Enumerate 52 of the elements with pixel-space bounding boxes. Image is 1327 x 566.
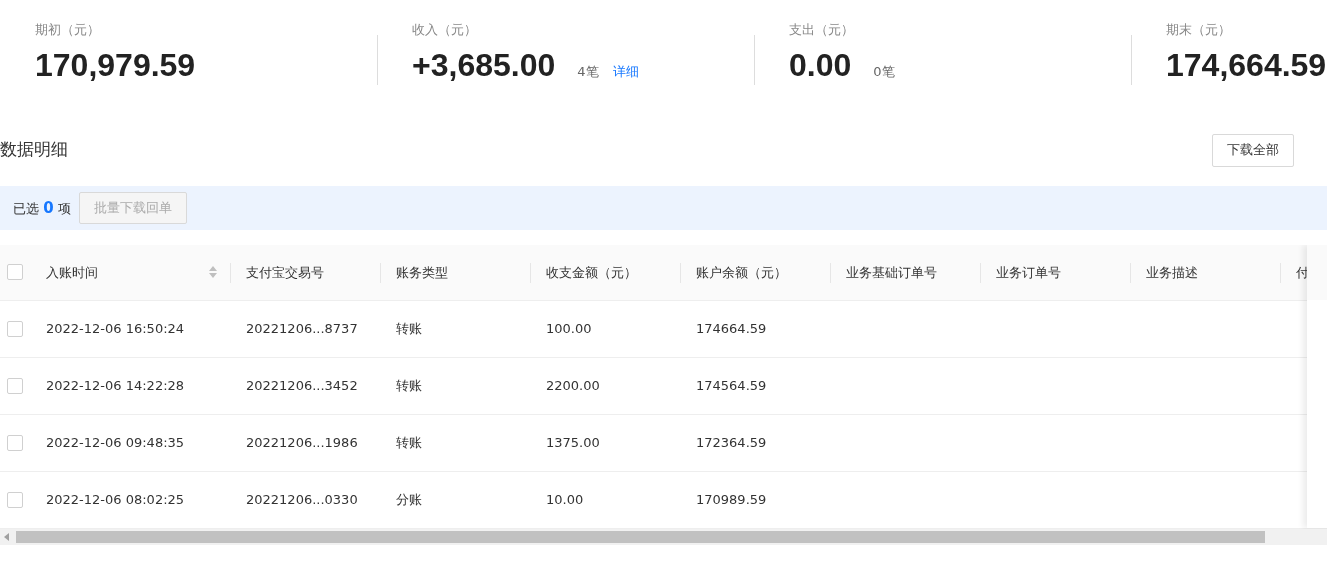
row-checkbox[interactable] [7,377,23,394]
table-cell: 172364.59 [696,434,767,450]
selection-count: 已选 0 项 [13,197,71,219]
row-checkbox[interactable] [7,491,23,508]
table-cell: 1375.00 [546,434,600,450]
horizontal-scrollbar[interactable] [0,529,1327,545]
column-header-label: 支付宝交易号 [246,263,324,282]
column-header-label: 账务类型 [396,263,448,282]
table-cell: 2200.00 [546,377,600,393]
column-header-label: 收支金额（元） [546,263,637,282]
table-cell: 2022-12-06 09:48:35 [46,434,185,450]
stat-value: 0.00 [789,46,852,85]
stat-label: 收入（元） [412,21,477,39]
stat-value: +3,685.00 [412,46,556,85]
table-cell: 分账 [396,491,422,507]
stat-label: 期末（元） [1166,21,1231,39]
stat-label: 期初（元） [35,21,100,39]
download-button[interactable]: 下载全部 [1212,133,1294,167]
table-cell: 20221206...8737 [246,320,358,336]
table-cell: 170989.59 [696,491,767,507]
table-cell: 20221206...1986 [246,434,358,450]
table-cell: 2022-12-06 16:50:24 [46,320,185,336]
column-header-label: 业务描述 [1146,263,1198,282]
table-cell: 转账 [396,434,422,450]
table-cell: 2022-12-06 08:02:25 [46,491,185,507]
table-cell: 转账 [396,377,422,393]
table-cell: 20221206...3452 [246,377,358,393]
transaction-count: 0笔 [873,63,895,81]
stat-value: 170,979.59 [35,46,196,85]
stat-value: 174,664.59 [1166,46,1327,85]
table-cell: 10.00 [546,491,584,507]
section-title: 数据明细 [0,138,68,162]
table-cell: 转账 [396,320,422,336]
column-header-label[interactable]: 入账时间 [46,262,98,282]
column-header-label: 账户余额（元） [696,263,787,282]
transaction-count: 4笔 [577,63,599,81]
column-header-label: 业务基础订单号 [846,263,937,282]
table-cell: 2022-12-06 14:22:28 [46,377,185,393]
row-checkbox[interactable] [7,320,23,337]
select-all-checkbox[interactable] [7,264,23,281]
table-cell: 174664.59 [696,320,767,336]
stat-label: 支出（元） [789,21,854,39]
detail-link[interactable]: 详细 [612,62,639,82]
table-cell: 100.00 [546,320,592,336]
column-header-label: 业务订单号 [996,263,1061,282]
scroll-left-icon[interactable] [4,533,9,541]
row-checkbox[interactable] [7,434,23,451]
table-cell: 174564.59 [696,377,767,393]
sort-icon[interactable] [209,266,217,279]
table-cell: 20221206...0330 [246,491,358,507]
column-header-label: 付 [1296,263,1309,282]
scrollbar-thumb[interactable] [16,531,1265,543]
